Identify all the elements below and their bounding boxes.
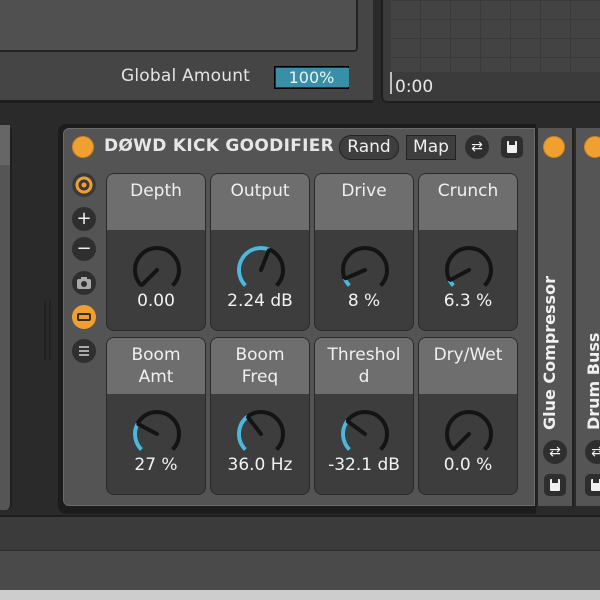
drum-power-button[interactable] (584, 136, 600, 158)
macro-knob-3[interactable]: Drive 8 % (314, 173, 414, 331)
macro-value: 2.24 dB (227, 291, 293, 311)
global-amount-value: 100% (288, 68, 335, 87)
glue-power-button[interactable] (543, 136, 565, 158)
time-marker (390, 72, 392, 94)
map-button[interactable]: Map (406, 135, 456, 160)
macro-value: 0.0 % (443, 455, 493, 475)
drum-save-icon[interactable] (585, 474, 600, 496)
device-title: DØWD KICK GOODIFIER (104, 136, 335, 156)
time-label: 0:00 (395, 77, 434, 97)
macro-value: 36.0 Hz (227, 455, 293, 475)
upper-panel (0, 0, 358, 52)
macro-knob-8[interactable]: Dry/Wet 0.0 % (418, 337, 518, 495)
macro-name: Crunch (437, 181, 499, 201)
clip-grid[interactable] (390, 0, 600, 72)
show-chain-icon[interactable] (72, 305, 96, 329)
macro-value: 6.3 % (443, 291, 493, 311)
remove-macro-button[interactable]: − (72, 237, 96, 261)
macro-value: 8 % (347, 291, 381, 311)
knob-dial-icon[interactable] (335, 406, 395, 462)
rand-button[interactable]: Rand (339, 135, 399, 160)
macro-list-icon[interactable] (72, 339, 96, 363)
macro-name: Threshol d (327, 345, 401, 387)
glue-compressor-title: Glue Compressor (540, 276, 559, 430)
macro-name: Boom Amt (131, 345, 181, 387)
macro-name: Output (230, 181, 290, 201)
left-device-strip (0, 125, 12, 510)
macro-value: 27 % (134, 455, 178, 475)
knob-dial-icon[interactable] (127, 242, 187, 298)
macro-knob-4[interactable]: Crunch 6.3 % (418, 173, 518, 331)
macro-name: Drive (341, 181, 387, 201)
left-device-header (0, 125, 10, 165)
global-amount-field[interactable]: 100% (274, 66, 349, 89)
snapshot-camera-icon[interactable] (72, 271, 96, 295)
macro-name: Depth (130, 181, 182, 201)
macro-knob-7[interactable]: Threshol d -32.1 dB (314, 337, 414, 495)
macro-knob-5[interactable]: Boom Amt 27 % (106, 337, 206, 495)
macro-knob-6[interactable]: Boom Freq 36.0 Hz (210, 337, 310, 495)
macro-knob-1[interactable]: Depth 0.00 (106, 173, 206, 331)
glue-hot-swap-icon[interactable]: ⇄ (543, 440, 567, 464)
macro-value: -32.1 dB (328, 455, 400, 475)
macro-name: Dry/Wet (433, 345, 503, 365)
macro-name: Boom Freq (235, 345, 285, 387)
knob-dial-icon[interactable] (127, 406, 187, 462)
knob-dial-icon[interactable] (335, 242, 395, 298)
knob-dial-icon[interactable] (439, 406, 499, 462)
hot-swap-icon[interactable]: ⇄ (465, 135, 489, 159)
show-macros-icon[interactable] (72, 173, 96, 197)
glue-save-icon[interactable] (544, 474, 566, 496)
save-preset-icon[interactable] (501, 136, 523, 158)
bottom-panel (0, 515, 600, 550)
resize-grip[interactable] (44, 300, 46, 360)
device-power-button[interactable] (72, 136, 94, 158)
global-amount-label: Global Amount (121, 66, 251, 86)
knob-dial-icon[interactable] (231, 242, 291, 298)
knob-dial-icon[interactable] (439, 242, 499, 298)
macro-value: 0.00 (137, 291, 175, 311)
macro-knob-2[interactable]: Output 2.24 dB (210, 173, 310, 331)
drum-buss-title: Drum Buss (584, 332, 600, 430)
status-bar (0, 590, 600, 600)
knob-dial-icon[interactable] (231, 406, 291, 462)
resize-grip-line (49, 300, 51, 360)
add-macro-button[interactable]: + (72, 207, 96, 231)
